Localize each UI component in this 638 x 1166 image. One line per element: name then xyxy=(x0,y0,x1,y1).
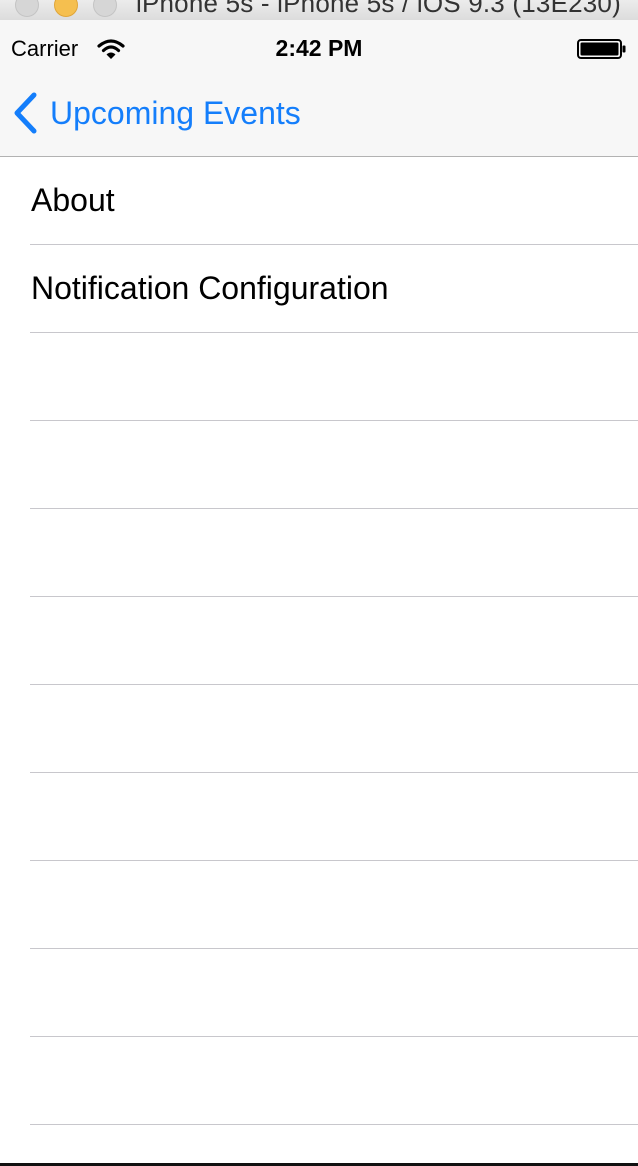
empty-table-row xyxy=(30,597,638,685)
simulator-window-title: iPhone 5s - iPhone 5s / iOS 9.3 (13E230) xyxy=(136,0,621,18)
back-button[interactable]: Upcoming Events xyxy=(10,88,301,138)
empty-table-row xyxy=(30,949,638,1037)
empty-table-row xyxy=(30,773,638,861)
battery-full-icon xyxy=(577,39,626,59)
table-row-label: Notification Configuration xyxy=(31,270,389,306)
empty-table-row xyxy=(30,333,638,421)
window-close-button[interactable] xyxy=(15,0,39,17)
table-row-label: About xyxy=(31,182,115,218)
empty-table-row xyxy=(30,509,638,597)
chevron-left-icon xyxy=(14,92,37,134)
navigation-area: Carrier 2:42 PM Upcoming Events xyxy=(0,20,638,157)
table-row[interactable]: About xyxy=(30,157,638,245)
empty-table-row xyxy=(30,421,638,509)
settings-table: About Notification Configuration xyxy=(0,157,638,1125)
table-row[interactable]: Notification Configuration xyxy=(30,245,638,333)
empty-table-row xyxy=(30,1037,638,1125)
empty-table-row xyxy=(30,685,638,773)
back-button-label: Upcoming Events xyxy=(50,94,301,131)
empty-table-row xyxy=(30,861,638,949)
status-bar: Carrier 2:42 PM xyxy=(0,20,638,76)
window-zoom-button[interactable] xyxy=(93,0,117,17)
simulator-titlebar: iPhone 5s - iPhone 5s / iOS 9.3 (13E230) xyxy=(0,0,638,20)
status-time: 2:42 PM xyxy=(275,35,363,61)
navigation-bar: Upcoming Events xyxy=(0,76,638,156)
window-minimize-button[interactable] xyxy=(54,0,78,17)
